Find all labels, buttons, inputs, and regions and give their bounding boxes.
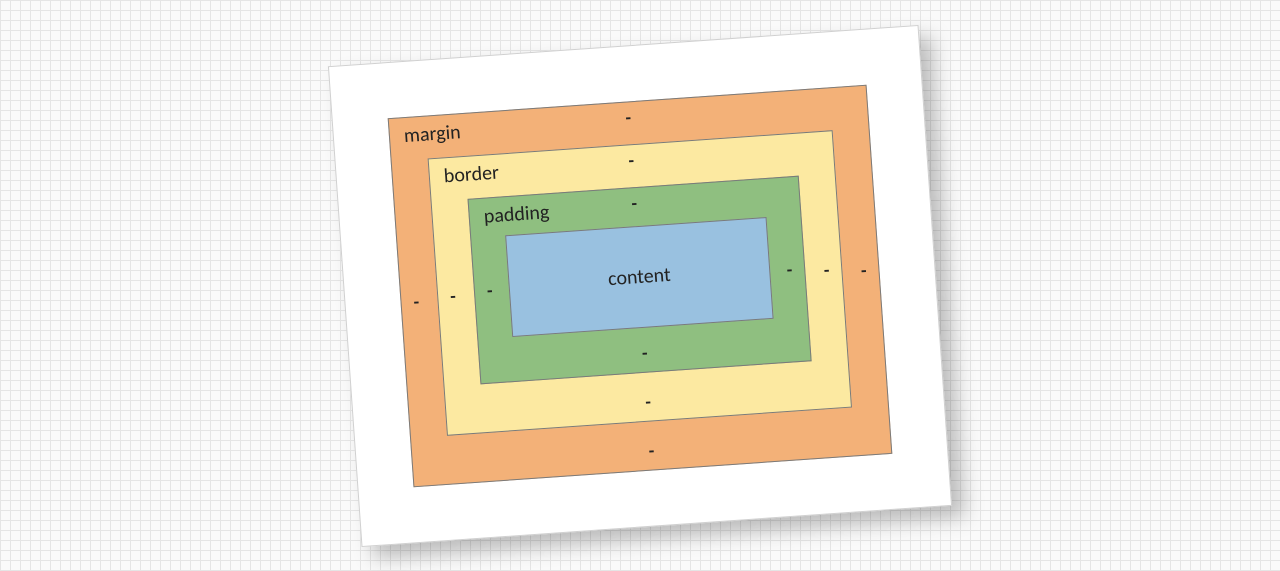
margin-label: margin bbox=[403, 120, 461, 148]
padding-label: padding bbox=[483, 200, 550, 229]
padding-right-value: - bbox=[786, 260, 793, 278]
padding-top-value: - bbox=[631, 194, 638, 212]
border-right-value: - bbox=[823, 260, 830, 278]
padding-left-value: - bbox=[486, 281, 493, 299]
margin-bottom-value: - bbox=[648, 441, 655, 459]
content-box: content bbox=[505, 217, 773, 337]
margin-left-value: - bbox=[413, 292, 420, 310]
border-left-value: - bbox=[450, 286, 457, 304]
border-label: border bbox=[443, 160, 500, 188]
padding-bottom-value: - bbox=[641, 343, 648, 361]
border-box: border - - - - padding - - - - content bbox=[428, 130, 852, 436]
padding-box: padding - - - - content bbox=[467, 175, 811, 384]
border-bottom-value: - bbox=[645, 392, 652, 410]
content-label: content bbox=[607, 262, 671, 290]
margin-right-value: - bbox=[860, 261, 867, 279]
margin-top-value: - bbox=[625, 108, 632, 126]
border-top-value: - bbox=[628, 151, 635, 169]
margin-box: margin - - - - border - - - - padding - … bbox=[388, 84, 893, 487]
diagram-card: margin - - - - border - - - - padding - … bbox=[328, 24, 952, 546]
